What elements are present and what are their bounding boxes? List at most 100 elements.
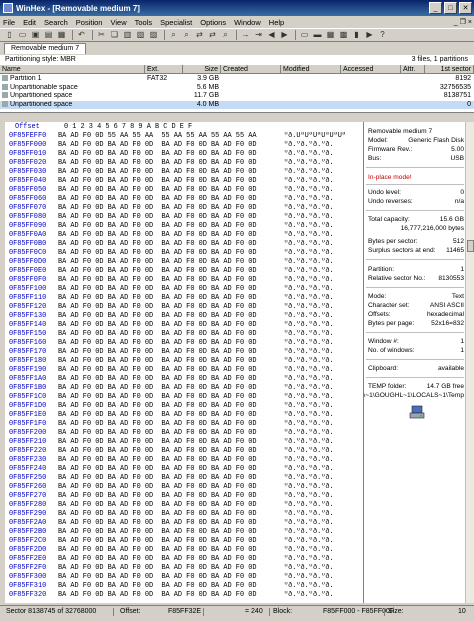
- hex-ascii[interactable]: º­ð.º­ð.º­ð.º­ð.: [284, 447, 362, 456]
- back-icon[interactable]: ◀: [266, 30, 277, 40]
- hex-row[interactable]: 0F85FF150 BA AD F0 0D BA AD F0 0D BA AD F…: [5, 330, 363, 339]
- col-accessed[interactable]: Accessed: [341, 65, 401, 74]
- hex-bytes[interactable]: BA AD F0 0D BA AD F0 0D BA AD F0 0D BA A…: [58, 447, 280, 456]
- hex-ascii[interactable]: º­ð.º­ð.º­ð.º­ð.: [284, 357, 362, 366]
- hex-row[interactable]: 0F85FF300 BA AD F0 0D BA AD F0 0D BA AD F…: [5, 573, 363, 582]
- hex-row[interactable]: 0F85FF080 BA AD F0 0D BA AD F0 0D BA AD F…: [5, 213, 363, 222]
- hex-row[interactable]: 0F85FF320 BA AD F0 0D BA AD F0 0D BA AD F…: [5, 591, 363, 600]
- hex-row[interactable]: 0F85FF260 BA AD F0 0D BA AD F0 0D BA AD F…: [5, 483, 363, 492]
- find-hex-icon[interactable]: ⌕: [181, 30, 192, 40]
- copy-block-icon[interactable]: ▨: [148, 30, 159, 40]
- hex-row[interactable]: 0F85FF270 BA AD F0 0D BA AD F0 0D BA AD F…: [5, 492, 363, 501]
- hex-ascii[interactable]: º­ð.º­ð.º­ð.º­ð.: [284, 267, 362, 276]
- find-text-icon[interactable]: ⌕: [168, 30, 179, 40]
- hex-bytes[interactable]: BA AD F0 0D BA AD F0 0D BA AD F0 0D BA A…: [58, 321, 280, 330]
- hex-ascii[interactable]: º­ð.º­ð.º­ð.º­ð.: [284, 204, 362, 213]
- col-size[interactable]: Size: [183, 65, 221, 74]
- hex-bytes[interactable]: BA AD F0 0D BA AD F0 0D BA AD F0 0D BA A…: [58, 240, 280, 249]
- hex-bytes[interactable]: BA AD F0 0D BA AD F0 0D BA AD F0 0D BA A…: [58, 348, 280, 357]
- hex-bytes[interactable]: BA AD F0 0D 55 AA 55 AA 55 AA 55 AA 55 A…: [58, 132, 280, 141]
- hex-ascii[interactable]: º­ð.º­ð.º­ð.º­ð.: [284, 411, 362, 420]
- hex-ascii[interactable]: º­ð.º­ð.º­ð.º­ð.: [284, 555, 362, 564]
- forward-icon[interactable]: ▶: [279, 30, 290, 40]
- hex-bytes[interactable]: BA AD F0 0D BA AD F0 0D BA AD F0 0D BA A…: [58, 546, 280, 555]
- hex-bytes[interactable]: BA AD F0 0D BA AD F0 0D BA AD F0 0D BA A…: [58, 465, 280, 474]
- hex-ascii[interactable]: º­ð.º­ð.º­ð.º­ð.: [284, 564, 362, 573]
- hex-ascii[interactable]: º­ð.º­ð.º­ð.º­ð.: [284, 573, 362, 582]
- hex-ascii[interactable]: º­ð.º­ð.º­ð.º­ð.: [284, 159, 362, 168]
- hex-ascii[interactable]: º­ð.º­ð.º­ð.º­ð.: [284, 186, 362, 195]
- hex-bytes[interactable]: BA AD F0 0D BA AD F0 0D BA AD F0 0D BA A…: [58, 456, 280, 465]
- hex-bytes[interactable]: BA AD F0 0D BA AD F0 0D BA AD F0 0D BA A…: [58, 474, 280, 483]
- hex-bytes[interactable]: BA AD F0 0D BA AD F0 0D BA AD F0 0D BA A…: [58, 501, 280, 510]
- hex-row[interactable]: 0F85FF0F0 BA AD F0 0D BA AD F0 0D BA AD F…: [5, 276, 363, 285]
- hex-editor[interactable]: Offset 0 1 2 3 4 5 6 7 8 9 A B C D E F 0…: [5, 122, 363, 603]
- hex-ascii[interactable]: º­ð.º­ð.º­ð.º­ð.: [284, 303, 362, 312]
- hex-ascii[interactable]: º­ð.º­ð.º­ð.º­ð.: [284, 393, 362, 402]
- hex-ascii[interactable]: º­ð.º­ð.º­ð.º­ð.: [284, 510, 362, 519]
- hex-bytes[interactable]: BA AD F0 0D BA AD F0 0D BA AD F0 0D BA A…: [58, 312, 280, 321]
- hex-ascii[interactable]: º­ð.º­ð.º­ð.º­ð.: [284, 384, 362, 393]
- hex-ascii[interactable]: º­ð.º­ð.º­ð.º­ð.: [284, 591, 362, 600]
- hex-bytes[interactable]: BA AD F0 0D BA AD F0 0D BA AD F0 0D BA A…: [58, 222, 280, 231]
- hex-row[interactable]: 0F85FF030 BA AD F0 0D BA AD F0 0D BA AD F…: [5, 168, 363, 177]
- dir-row[interactable]: Partition 1 FAT32 3.9 GB 8192: [0, 75, 474, 84]
- hex-row[interactable]: 0F85FF1B0 BA AD F0 0D BA AD F0 0D BA AD F…: [5, 384, 363, 393]
- hex-bytes[interactable]: BA AD F0 0D BA AD F0 0D BA AD F0 0D BA A…: [58, 564, 280, 573]
- hex-bytes[interactable]: BA AD F0 0D BA AD F0 0D BA AD F0 0D BA A…: [58, 555, 280, 564]
- mdi-restore-icon[interactable]: ❐: [460, 18, 466, 26]
- hex-row[interactable]: 0F85FF200 BA AD F0 0D BA AD F0 0D BA AD F…: [5, 429, 363, 438]
- hex-bytes[interactable]: BA AD F0 0D BA AD F0 0D BA AD F0 0D BA A…: [58, 294, 280, 303]
- hex-row[interactable]: 0F85FF0C0 BA AD F0 0D BA AD F0 0D BA AD F…: [5, 249, 363, 258]
- hex-row[interactable]: 0F85FF130 BA AD F0 0D BA AD F0 0D BA AD F…: [5, 312, 363, 321]
- replace-text-icon[interactable]: ⇄: [194, 30, 205, 40]
- dir-row[interactable]: Unpartitioned space 4.0 MB 0: [0, 100, 474, 109]
- calculator-icon[interactable]: ▩: [338, 30, 349, 40]
- hex-row[interactable]: 0F85FF160 BA AD F0 0D BA AD F0 0D BA AD F…: [5, 339, 363, 348]
- hex-row[interactable]: 0F85FF180 BA AD F0 0D BA AD F0 0D BA AD F…: [5, 357, 363, 366]
- hex-ascii[interactable]: º­ð.º­ð.º­ð.º­ð.: [284, 402, 362, 411]
- hex-bytes[interactable]: BA AD F0 0D BA AD F0 0D BA AD F0 0D BA A…: [58, 375, 280, 384]
- hex-bytes[interactable]: BA AD F0 0D BA AD F0 0D BA AD F0 0D BA A…: [58, 249, 280, 258]
- mdi-minimize-icon[interactable]: _: [454, 19, 458, 26]
- hex-row[interactable]: 0F85FF2F0 BA AD F0 0D BA AD F0 0D BA AD F…: [5, 564, 363, 573]
- hex-bytes[interactable]: BA AD F0 0D BA AD F0 0D BA AD F0 0D BA A…: [58, 213, 280, 222]
- hex-bytes[interactable]: BA AD F0 0D BA AD F0 0D BA AD F0 0D BA A…: [58, 483, 280, 492]
- hex-ascii[interactable]: º­ð.º­ð.º­ð.º­ð.: [284, 438, 362, 447]
- hex-row[interactable]: 0F85FF0A0 BA AD F0 0D BA AD F0 0D BA AD F…: [5, 231, 363, 240]
- hex-ascii[interactable]: º­ð.º­ð.º­ð.º­ð.: [284, 285, 362, 294]
- col-created[interactable]: Created: [221, 65, 281, 74]
- hex-ascii[interactable]: º­ð.º­ð.º­ð.º­ð.: [284, 150, 362, 159]
- hex-ascii[interactable]: º­ð.º­ð.º­ð.º­ð.: [284, 474, 362, 483]
- menu-tools[interactable]: Tools: [135, 18, 153, 27]
- hex-bytes[interactable]: BA AD F0 0D BA AD F0 0D BA AD F0 0D BA A…: [58, 141, 280, 150]
- menu-view[interactable]: View: [110, 18, 126, 27]
- hex-row[interactable]: 0F85FF000 BA AD F0 0D BA AD F0 0D BA AD F…: [5, 141, 363, 150]
- dir-row[interactable]: Unpartitioned space 11.7 GB 8138751: [0, 92, 474, 101]
- hex-bytes[interactable]: BA AD F0 0D BA AD F0 0D BA AD F0 0D BA A…: [58, 258, 280, 267]
- tab-removable-medium-7[interactable]: Removable medium 7: [4, 43, 87, 54]
- minimize-button[interactable]: _: [429, 2, 442, 14]
- menu-edit[interactable]: Edit: [23, 18, 36, 27]
- hex-row[interactable]: 0F85FEFF0 BA AD F0 0D 55 AA 55 AA 55 AA 5…: [5, 132, 363, 141]
- hex-row[interactable]: 0F85FF280 BA AD F0 0D BA AD F0 0D BA AD F…: [5, 501, 363, 510]
- print-icon[interactable]: ▤: [43, 30, 54, 40]
- hex-ascii[interactable]: º­ð.UªUªUªUªUªUª: [284, 132, 362, 141]
- close-button[interactable]: ✕: [459, 2, 472, 14]
- hex-row[interactable]: 0F85FF060 BA AD F0 0D BA AD F0 0D BA AD F…: [5, 195, 363, 204]
- hex-row[interactable]: 0F85FF100 BA AD F0 0D BA AD F0 0D BA AD F…: [5, 285, 363, 294]
- hex-ascii[interactable]: º­ð.º­ð.º­ð.º­ð.: [284, 546, 362, 555]
- hex-row[interactable]: 0F85FF2A0 BA AD F0 0D BA AD F0 0D BA AD F…: [5, 519, 363, 528]
- menu-specialist[interactable]: Specialist: [160, 18, 192, 27]
- goto-offset-icon[interactable]: →: [240, 30, 251, 40]
- hex-row[interactable]: 0F85FF1F0 BA AD F0 0D BA AD F0 0D BA AD F…: [5, 420, 363, 429]
- hex-ascii[interactable]: º­ð.º­ð.º­ð.º­ð.: [284, 240, 362, 249]
- menu-help[interactable]: Help: [269, 18, 284, 27]
- hex-ascii[interactable]: º­ð.º­ð.º­ð.º­ð.: [284, 348, 362, 357]
- hex-row[interactable]: 0F85FF1E0 BA AD F0 0D BA AD F0 0D BA AD F…: [5, 411, 363, 420]
- menu-search[interactable]: Search: [44, 18, 68, 27]
- hex-row[interactable]: 0F85FF220 BA AD F0 0D BA AD F0 0D BA AD F…: [5, 447, 363, 456]
- hex-bytes[interactable]: BA AD F0 0D BA AD F0 0D BA AD F0 0D BA A…: [58, 285, 280, 294]
- menu-options[interactable]: Options: [200, 18, 226, 27]
- hex-bytes[interactable]: BA AD F0 0D BA AD F0 0D BA AD F0 0D BA A…: [58, 492, 280, 501]
